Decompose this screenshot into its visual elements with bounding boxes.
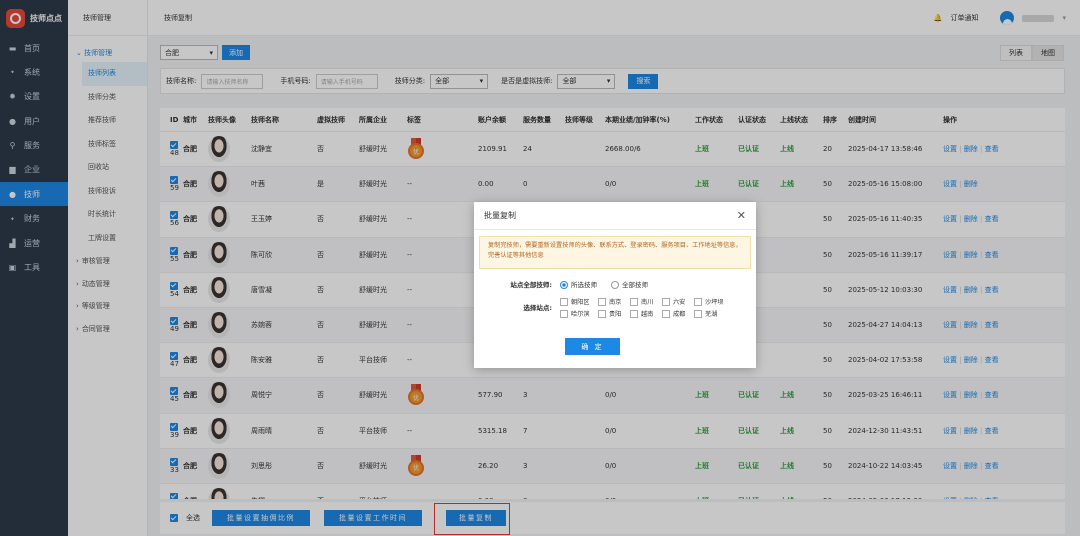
station-option[interactable]: 哈尔滨 (560, 309, 598, 318)
checkbox-icon (662, 298, 670, 306)
station-label: 成都 (673, 311, 686, 318)
checkbox-icon (560, 298, 568, 306)
checkbox-icon (662, 310, 670, 318)
dialog-title: 批量复制 (474, 202, 756, 230)
station-label: 六安 (673, 299, 686, 306)
station-label: 越南 (641, 311, 654, 318)
warning-notice: 复制完技师，需要重新设置技师的头像、联系方式、登录密码、服务项目、工作地址等信息… (479, 236, 751, 269)
scope-option-selected[interactable]: 所选技师 (560, 279, 597, 289)
close-icon[interactable]: ✕ (737, 209, 746, 222)
confirm-button[interactable]: 确 定 (565, 338, 620, 355)
station-label: 沙坪坝 (705, 299, 724, 306)
station-option[interactable]: 南川 (630, 297, 662, 306)
station-option[interactable]: 沙坪坝 (694, 297, 734, 306)
station-option[interactable]: 成都 (662, 309, 694, 318)
checkbox-icon (630, 298, 638, 306)
station-label: 哈尔滨 (571, 311, 590, 318)
station-option[interactable]: 朝阳区 (560, 297, 598, 306)
batch-copy-dialog: 批量复制 ✕ 复制完技师，需要重新设置技师的头像、联系方式、登录密码、服务项目、… (474, 202, 756, 368)
checkbox-icon (598, 310, 606, 318)
station-option[interactable]: 贵阳 (598, 309, 630, 318)
radio-icon (560, 281, 568, 289)
checkbox-icon (598, 298, 606, 306)
station-label: 南京 (609, 299, 622, 306)
radio-icon (611, 281, 619, 289)
stations-label: 选择站点: (523, 304, 552, 312)
station-label: 南川 (641, 299, 654, 306)
checkbox-icon (630, 310, 638, 318)
station-label: 朝阳区 (571, 299, 590, 306)
station-checklist: 朝阳区 南京 南川 六安 沙坪坝哈尔滨 贵阳 越南 成都 芜湖 (560, 297, 734, 318)
station-option[interactable]: 南京 (598, 297, 630, 306)
station-option[interactable]: 芜湖 (694, 309, 734, 318)
scope-option-all[interactable]: 全部技师 (611, 279, 648, 289)
station-option[interactable]: 越南 (630, 309, 662, 318)
checkbox-icon (694, 310, 702, 318)
scope-label: 站点全部技师: (510, 281, 552, 289)
checkbox-icon (694, 298, 702, 306)
station-label: 贵阳 (609, 311, 622, 318)
checkbox-icon (560, 310, 568, 318)
station-option[interactable]: 六安 (662, 297, 694, 306)
station-label: 芜湖 (705, 311, 718, 318)
